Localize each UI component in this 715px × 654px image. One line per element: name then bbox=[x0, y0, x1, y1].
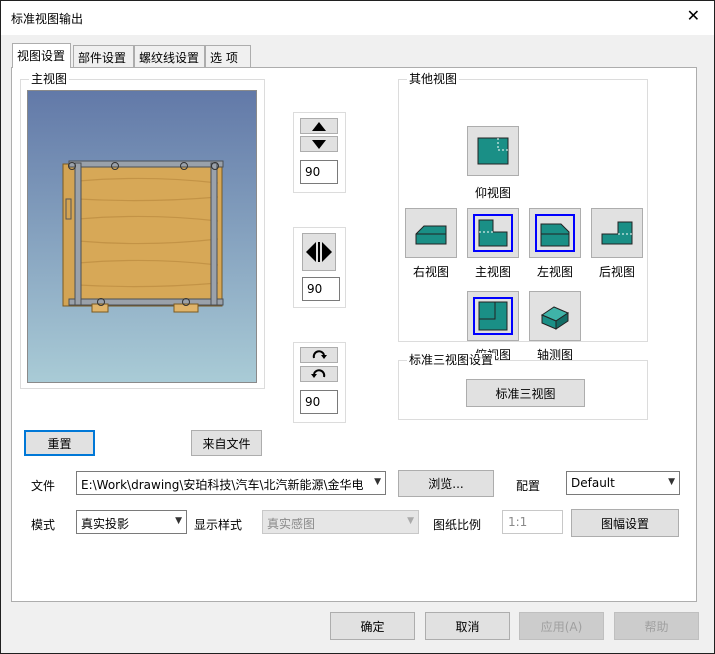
browse-button[interactable]: 浏览... bbox=[398, 470, 494, 497]
sheet-settings-button[interactable]: 图幅设置 bbox=[571, 509, 679, 537]
rotate-up-button[interactable] bbox=[300, 118, 338, 134]
scale-input[interactable]: 1:1 bbox=[502, 510, 563, 534]
ok-button[interactable]: 确定 bbox=[330, 612, 415, 640]
bottom-view-icon bbox=[477, 137, 509, 165]
front-view-icon bbox=[473, 214, 513, 252]
crate-side-panel bbox=[62, 163, 76, 307]
right-view-icon bbox=[415, 225, 447, 245]
back-view-icon bbox=[601, 221, 633, 245]
tab-part-settings[interactable]: 部件设置 bbox=[73, 45, 134, 67]
display-style-label: 显示样式 bbox=[194, 518, 243, 532]
window-title: 标准视图输出 bbox=[11, 12, 84, 26]
crate-top-rail bbox=[68, 160, 224, 168]
front-view-button[interactable] bbox=[467, 208, 519, 258]
vertical-angle-input[interactable]: 90 bbox=[300, 160, 338, 184]
back-view-button[interactable] bbox=[591, 208, 643, 258]
main-view-preview bbox=[27, 90, 257, 383]
help-button[interactable]: 帮助 bbox=[614, 612, 699, 640]
crate-right-rail bbox=[210, 162, 218, 306]
right-view-button[interactable] bbox=[405, 208, 457, 258]
display-style-value: 真实感图 bbox=[267, 517, 316, 531]
tab-thread-settings[interactable]: 螺纹线设置 bbox=[134, 45, 205, 67]
rotate-ccw-button[interactable] bbox=[300, 366, 338, 382]
mode-label: 模式 bbox=[31, 518, 56, 532]
main-view-group: 主视图 bbox=[20, 72, 265, 389]
chevron-down-icon: ▼ bbox=[374, 477, 381, 487]
isometric-view-icon bbox=[540, 306, 570, 330]
rotate-cw-button[interactable] bbox=[300, 347, 338, 363]
tab-view-settings[interactable]: 视图设置 bbox=[12, 43, 71, 68]
reset-button[interactable]: 重置 bbox=[24, 430, 95, 456]
chevron-down-icon: ▼ bbox=[668, 477, 675, 487]
dialog-client: 视图设置 部件设置 螺纹线设置 选 项 主视图 重置 来自文件 90 90 90… bbox=[1, 35, 714, 653]
file-path-select[interactable]: E:\Work\drawing\安珀科技\汽车\北汽新能源\金华电 ▼ bbox=[76, 471, 386, 495]
file-label: 文件 bbox=[31, 479, 56, 493]
top-view-icon bbox=[473, 297, 513, 335]
title-bar: 标准视图输出 ✕ bbox=[1, 1, 714, 35]
front-view-label: 主视图 bbox=[474, 265, 511, 279]
apply-button[interactable]: 应用(A) bbox=[519, 612, 604, 640]
view-settings-panel: 主视图 重置 来自文件 90 90 90 其他视图 仰视图 右视图 主视图 左视… bbox=[11, 67, 697, 602]
crate-left-rail bbox=[74, 162, 82, 306]
horizontal-angle-input[interactable]: 90 bbox=[302, 277, 340, 301]
top-view-button[interactable] bbox=[467, 291, 519, 341]
left-view-icon bbox=[535, 214, 575, 252]
config-label: 配置 bbox=[516, 479, 541, 493]
config-value: Default bbox=[571, 476, 615, 490]
bottom-view-label: 仰视图 bbox=[474, 186, 511, 200]
spin-angle-input[interactable]: 90 bbox=[300, 390, 338, 414]
bottom-view-button[interactable] bbox=[467, 126, 519, 176]
rotate-cw-icon bbox=[312, 350, 327, 359]
standard-three-view-button[interactable]: 标准三视图 bbox=[466, 379, 585, 407]
left-view-button[interactable] bbox=[529, 208, 581, 258]
tab-options[interactable]: 选 项 bbox=[205, 45, 251, 67]
right-arrow-icon bbox=[322, 242, 332, 262]
rotate-down-button[interactable] bbox=[300, 136, 338, 152]
from-file-button[interactable]: 来自文件 bbox=[191, 430, 262, 456]
cancel-button[interactable]: 取消 bbox=[425, 612, 510, 640]
down-arrow-icon bbox=[312, 139, 326, 149]
main-view-group-label: 主视图 bbox=[29, 72, 70, 86]
mode-select[interactable]: 真实投影 ▼ bbox=[76, 510, 187, 534]
chevron-down-icon: ▼ bbox=[175, 516, 182, 526]
up-arrow-icon bbox=[312, 121, 326, 131]
left-arrow-icon bbox=[306, 242, 316, 262]
left-view-label: 左视图 bbox=[536, 265, 573, 279]
dialog-window: 标准视图输出 ✕ 视图设置 部件设置 螺纹线设置 选 项 主视图 重置 来自文件… bbox=[0, 0, 715, 654]
back-view-label: 后视图 bbox=[598, 265, 635, 279]
file-path-value: E:\Work\drawing\安珀科技\汽车\北汽新能源\金华电 bbox=[81, 478, 364, 492]
standard-three-view-group-label: 标准三视图设置 bbox=[407, 353, 496, 367]
left-right-arrow-icon bbox=[306, 242, 332, 262]
other-views-group-label: 其他视图 bbox=[407, 72, 460, 86]
chevron-down-icon: ▼ bbox=[407, 516, 414, 526]
close-icon[interactable]: ✕ bbox=[687, 8, 700, 24]
rotate-ccw-icon bbox=[311, 369, 326, 378]
iso-view-button[interactable] bbox=[529, 291, 581, 341]
wooden-crate-model bbox=[62, 160, 224, 313]
config-select[interactable]: Default ▼ bbox=[566, 471, 680, 495]
display-style-select[interactable]: 真实感图 ▼ bbox=[262, 510, 419, 534]
mode-value: 真实投影 bbox=[81, 517, 130, 531]
scale-label: 图纸比例 bbox=[433, 518, 482, 532]
rotate-left-right-button[interactable] bbox=[302, 233, 336, 271]
right-view-label: 右视图 bbox=[412, 265, 449, 279]
